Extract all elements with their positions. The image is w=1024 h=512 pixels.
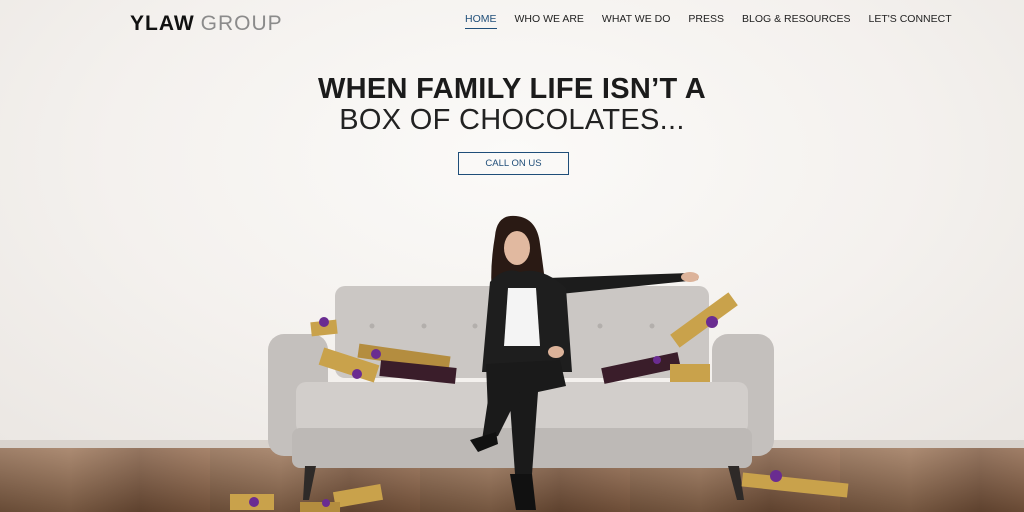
logo-text-bold: YLAW [130, 12, 195, 35]
sofa-leg-left [303, 466, 316, 500]
nav-lets-connect[interactable]: LET'S CONNECT [869, 13, 952, 29]
hero-headline: WHEN FAMILY LIFE ISN’T A [318, 73, 706, 105]
site-logo[interactable]: YLAW GROUP [130, 12, 283, 36]
nav-what-we-do[interactable]: WHAT WE DO [602, 13, 670, 29]
main-navigation: HOME WHO WE ARE WHAT WE DO PRESS BLOG & … [465, 13, 970, 29]
hero-subheadline: BOX OF CHOCOLATES... [339, 104, 685, 136]
nav-blog-resources[interactable]: BLOG & RESOURCES [742, 13, 851, 29]
nav-press[interactable]: PRESS [688, 13, 724, 29]
nav-home[interactable]: HOME [465, 13, 497, 29]
logo-text-light: GROUP [200, 12, 283, 35]
call-on-us-button[interactable]: CALL ON US [458, 152, 569, 175]
sofa-leg-right [728, 466, 744, 500]
nav-who-we-are[interactable]: WHO WE ARE [515, 13, 584, 29]
